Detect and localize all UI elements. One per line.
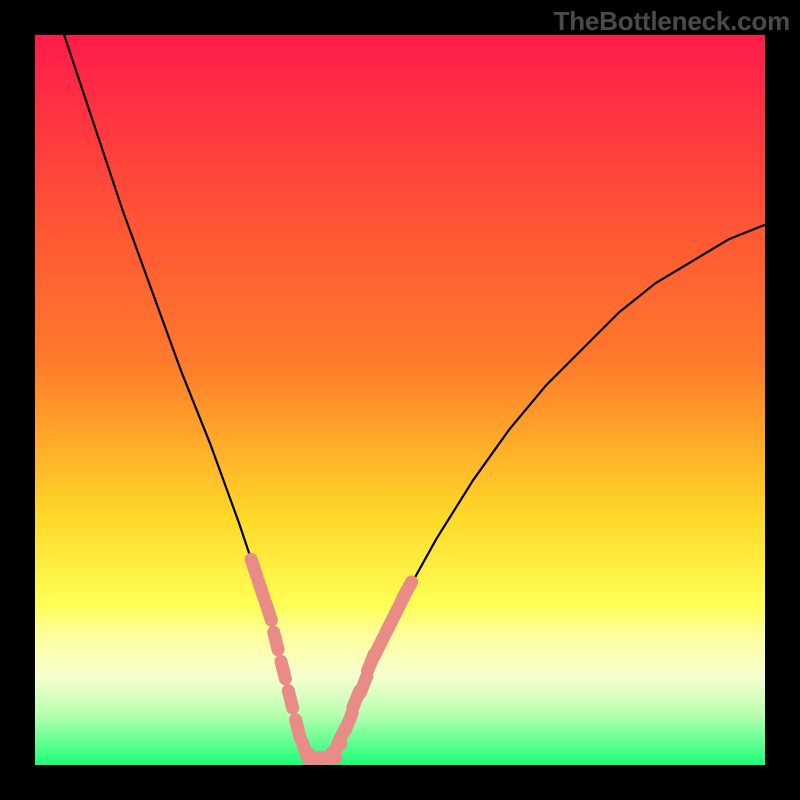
marker-dot [281, 661, 285, 678]
watermark-text: TheBottleneck.com [554, 6, 790, 37]
outer-frame: TheBottleneck.com [0, 0, 800, 800]
marker-dot [296, 720, 300, 737]
marker-dot [360, 676, 367, 693]
marker-dot [258, 581, 264, 598]
marker-dot [403, 582, 412, 598]
marker-dot [266, 603, 272, 620]
chart-background [35, 35, 765, 765]
chart-svg [35, 35, 765, 765]
marker-dot [346, 713, 353, 730]
marker-dot [251, 559, 257, 576]
marker-dot [288, 691, 292, 708]
marker-dot [274, 632, 278, 649]
chart-plot [35, 35, 765, 765]
